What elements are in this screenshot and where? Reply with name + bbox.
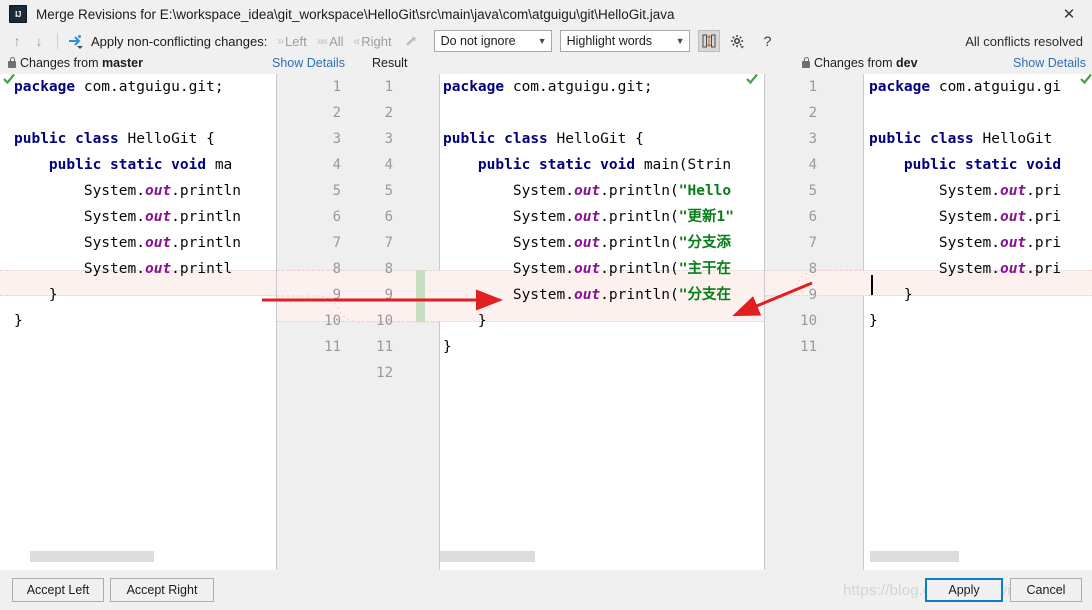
- right-hscrollbar-thumb[interactable]: [870, 551, 959, 562]
- result-hscrollbar-thumb[interactable]: [440, 551, 535, 562]
- left-hscrollbar[interactable]: [0, 551, 276, 563]
- next-difference-icon[interactable]: ↓: [28, 30, 50, 52]
- result-hscrollbar[interactable]: [440, 551, 764, 563]
- chevron-left-double-icon: «: [353, 34, 361, 48]
- right-pane-title-prefix: Changes from: [814, 56, 896, 70]
- left-show-details-link[interactable]: Show Details: [272, 56, 345, 70]
- right-hscrollbar[interactable]: [864, 551, 1092, 563]
- apply-non-conflicting-label: Apply non-conflicting changes:: [91, 33, 268, 49]
- result-diff-pane[interactable]: 1 2 3 4 5 6 7 8 9 10 11 1 2 3 4 5 6 7 8 9 10 11 12 package co…: [277, 74, 764, 570]
- chevron-down-icon: ▼: [537, 36, 547, 46]
- lock-icon: [802, 57, 810, 68]
- left-pane-title: Changes from master: [8, 56, 143, 70]
- apply-all-label: All: [329, 33, 344, 49]
- apply-right-label: Right: [361, 33, 392, 49]
- left-diff-pane[interactable]: package com.atguigu.git; public class He…: [0, 74, 276, 570]
- previous-difference-icon[interactable]: ↑: [6, 30, 28, 52]
- ignore-policy-select[interactable]: Do not ignore ▼: [433, 30, 552, 52]
- left-branch-name: master: [101, 56, 143, 70]
- highlight-mode-select[interactable]: Highlight words ▼: [559, 30, 690, 52]
- result-pane-title: Result: [372, 56, 408, 70]
- ignore-policy-value: Do not ignore: [440, 34, 516, 48]
- apply-button[interactable]: Apply: [925, 578, 1003, 602]
- resolved-check-icon: [745, 74, 759, 86]
- title-bar: Merge Revisions for E:\workspace_idea\gi…: [0, 0, 1092, 28]
- cancel-button[interactable]: Cancel: [1010, 578, 1082, 602]
- right-diff-pane[interactable]: 1 2 3 4 5 6 7 8 9 10 11 package com.atguigu.gi pub…: [765, 74, 1092, 570]
- right-code-text[interactable]: package com.atguigu.gi public class Hell…: [869, 74, 1061, 334]
- left-hscrollbar-thumb[interactable]: [30, 551, 154, 562]
- accept-left-button[interactable]: Accept Left: [12, 578, 104, 602]
- result-gutter: [277, 74, 439, 570]
- merge-panes: package com.atguigu.git; public class He…: [0, 74, 1092, 570]
- resolved-check-icon: [1079, 74, 1092, 86]
- apply-left-label: Left: [285, 33, 307, 49]
- window-title: Merge Revisions for E:\workspace_idea\gi…: [36, 6, 675, 22]
- result-line-numbers-right: 1 2 3 4 5 6 7 8 9 10 11 12: [376, 79, 393, 381]
- result-code-text[interactable]: package com.atguigu.git; public class He…: [443, 74, 734, 360]
- chevron-down-icon: ▼: [675, 36, 685, 46]
- result-gutter-border: [439, 74, 440, 570]
- merge-revisions-window: Merge Revisions for E:\workspace_idea\gi…: [0, 0, 1092, 610]
- gear-icon[interactable]: [728, 31, 748, 51]
- highlight-mode-value: Highlight words: [566, 34, 653, 48]
- apply-right-button[interactable]: « Right: [354, 34, 392, 49]
- apply-non-conflicting-icon[interactable]: [65, 31, 85, 51]
- collapse-unchanged-icon[interactable]: [697, 30, 720, 52]
- pane-headers: Changes from master Show Details Result …: [0, 54, 1092, 74]
- apply-all-button[interactable]: »« All: [317, 34, 344, 49]
- apply-left-button[interactable]: » Left: [277, 34, 306, 49]
- right-line-numbers: 1 2 3 4 5 6 7 8 9 10 11: [800, 79, 817, 355]
- help-icon[interactable]: ?: [760, 33, 776, 49]
- right-gutter-border: [863, 74, 864, 570]
- magic-wand-icon[interactable]: [402, 32, 420, 50]
- result-change-marker: [416, 270, 425, 322]
- conflicts-status: All conflicts resolved: [965, 34, 1083, 49]
- toolbar-divider: [57, 33, 58, 49]
- right-show-details-link[interactable]: Show Details: [1013, 56, 1086, 70]
- right-branch-name: dev: [895, 56, 918, 70]
- result-line-numbers-left: 1 2 3 4 5 6 7 8 9 10 11: [324, 79, 341, 355]
- toolbar: ↑ ↓ Apply non-conflicting changes: » Lef…: [0, 28, 1092, 54]
- chevron-both-icon: »«: [316, 34, 328, 48]
- intellij-idea-icon: [9, 5, 27, 23]
- chevron-right-double-icon: »: [277, 34, 284, 48]
- left-pane-title-prefix: Changes from: [20, 56, 102, 70]
- close-icon[interactable]: ✕: [1046, 0, 1092, 28]
- lock-icon: [8, 57, 16, 68]
- accept-right-button[interactable]: Accept Right: [110, 578, 214, 602]
- right-pane-title: Changes from dev: [802, 56, 918, 70]
- left-code-text[interactable]: package com.atguigu.git; public class He…: [14, 74, 241, 334]
